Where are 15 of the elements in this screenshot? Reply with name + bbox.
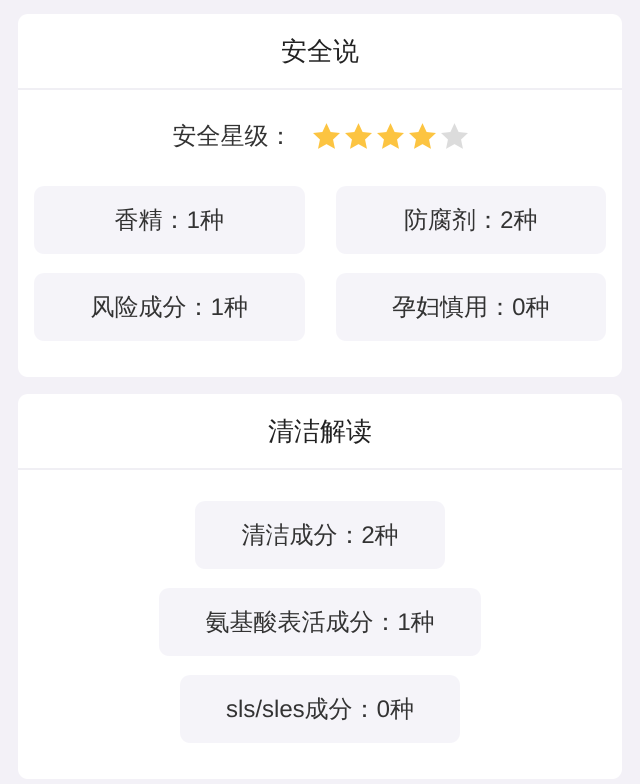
- stat-tile: sls/sles成分：0种: [180, 675, 460, 743]
- card-title: 安全说: [281, 34, 359, 68]
- stat-tile: 防腐剂：2种: [336, 186, 606, 254]
- card-title: 清洁解读: [268, 414, 372, 448]
- rating-label: 安全星级：: [172, 122, 292, 152]
- stat-tile: 氨基酸表活成分：1种: [159, 588, 481, 656]
- stat-tile: 风险成分：1种: [34, 273, 304, 341]
- star-icon: [312, 123, 340, 149]
- stat-tile: 孕妇慎用：0种: [336, 273, 606, 341]
- stat-tile: 清洁成分：2种: [195, 501, 445, 569]
- star-icon: [440, 123, 468, 149]
- star-icon: [344, 123, 372, 149]
- stat-tile: 香精：1种: [34, 186, 304, 254]
- star-icon: [376, 123, 404, 149]
- star-icon: [408, 123, 436, 149]
